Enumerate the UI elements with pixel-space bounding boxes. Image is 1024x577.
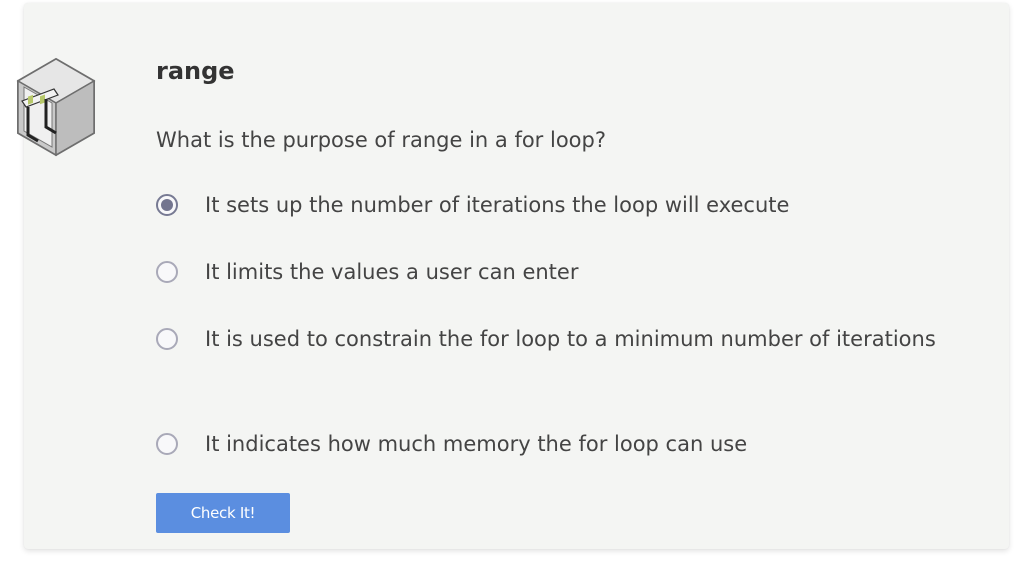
quiz-title: range: [156, 57, 235, 85]
option-label: It sets up the number of iterations the …: [205, 193, 790, 217]
question-text: What is the purpose of range in a for lo…: [156, 128, 607, 152]
option-label: It indicates how much memory the for loo…: [205, 432, 748, 456]
option-3[interactable]: It is used to constrain the for loop to …: [156, 324, 936, 358]
option-4[interactable]: It indicates how much memory the for loo…: [156, 429, 936, 463]
quiz-card: range What is the purpose of range in a …: [16, 3, 1009, 549]
check-it-button[interactable]: Check It!: [156, 493, 290, 533]
option-label: It limits the values a user can enter: [205, 260, 579, 284]
radio-unselected-icon[interactable]: [156, 433, 178, 455]
radio-selected-icon[interactable]: [156, 194, 178, 216]
option-label: It is used to constrain the for loop to …: [205, 327, 936, 351]
option-1[interactable]: It sets up the number of iterations the …: [156, 190, 936, 224]
option-2[interactable]: It limits the values a user can enter: [156, 257, 936, 291]
hurdle-box-icon: [16, 57, 96, 157]
radio-unselected-icon[interactable]: [156, 328, 178, 350]
radio-unselected-icon[interactable]: [156, 261, 178, 283]
